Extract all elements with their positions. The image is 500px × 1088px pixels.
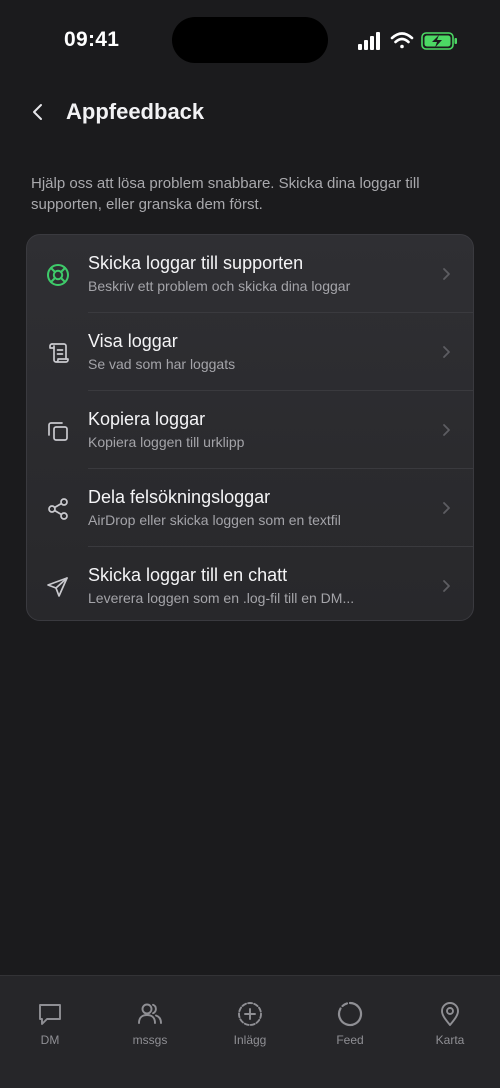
option-title: Kopiera loggar [88,409,206,429]
option-title: Visa loggar [88,331,178,351]
option-title: Dela felsökningsloggar [88,487,271,507]
scroll-icon [45,340,71,366]
plus-circle-icon [236,1000,264,1028]
option-copy-logs[interactable]: Kopiera loggar Kopiera loggen till urkli… [27,391,473,469]
tab-label: Feed [336,1033,364,1047]
chevron-right-icon [443,502,450,514]
chevron-right-icon [443,424,450,436]
option-subtitle: Leverera loggen som en .log-fil till en … [88,590,355,606]
intro-text: Hjälp oss att lösa problem snabbare. Ski… [31,175,420,213]
option-send-logs-chat[interactable]: Skicka loggar till en chatt Leverera log… [27,547,473,620]
chevron-right-icon [443,580,450,592]
tab-inlagg[interactable]: Inlägg [200,976,300,1056]
battery-icon [421,32,457,50]
status-bar: 09:41 [0,0,500,80]
chevron-right-icon [443,268,450,280]
chat-bubble-icon [36,1000,64,1028]
status-icons [356,30,460,52]
option-send-logs-support[interactable]: Skicka loggar till supporten Beskriv ett… [27,235,473,313]
option-subtitle: AirDrop eller skicka loggen som en textf… [88,512,341,528]
option-title: Skicka loggar till supporten [88,253,304,273]
tab-karta[interactable]: Karta [400,976,500,1056]
tab-bar: DM mssgs Inlägg Feed Karta [0,975,500,1088]
back-button[interactable] [24,98,52,126]
share-icon [45,496,71,522]
tab-dm[interactable]: DM [0,976,100,1056]
nav-header: Appfeedback [0,90,500,134]
tab-label: DM [40,1033,60,1047]
tab-label: mssgs [132,1033,168,1047]
page-title: Appfeedback [66,99,205,124]
tab-label: Inlägg [233,1033,267,1047]
option-view-logs[interactable]: Visa loggar Se vad som har loggats [27,313,473,391]
circle-icon [336,1000,364,1028]
option-subtitle: Beskriv ett problem och skicka dina logg… [88,278,351,294]
copy-icon [45,418,71,444]
users-icon [136,1000,164,1028]
log-options-card: Skicka loggar till supporten Beskriv ett… [26,234,474,621]
option-subtitle: Se vad som har loggats [88,356,236,372]
tab-feed[interactable]: Feed [300,976,400,1056]
tab-label: Karta [435,1033,465,1047]
send-icon [45,574,71,600]
dynamic-island [172,17,328,63]
option-share-debug-logs[interactable]: Dela felsökningsloggar AirDrop eller ski… [27,469,473,547]
tab-mssgs[interactable]: mssgs [100,976,200,1056]
option-subtitle: Kopiera loggen till urklipp [88,434,245,450]
lifebuoy-icon [45,262,71,288]
wifi-icon [390,32,414,49]
map-pin-icon [436,1000,464,1028]
option-title: Skicka loggar till en chatt [88,565,288,585]
signal-icon [358,32,380,50]
status-time: 09:41 [64,28,120,51]
chevron-right-icon [443,346,450,358]
chevron-left-icon [33,104,42,120]
